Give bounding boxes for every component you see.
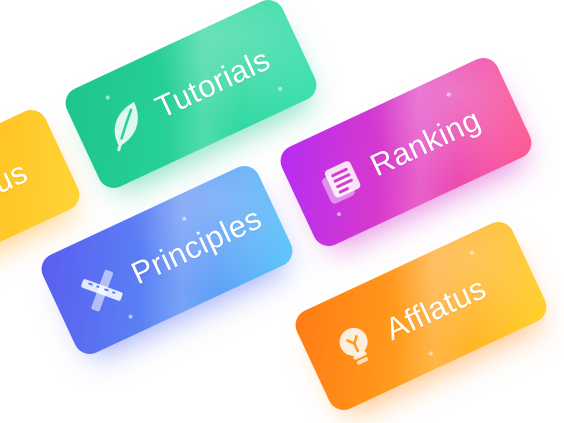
lightbulb-icon bbox=[325, 316, 386, 377]
sparkle-dot bbox=[181, 216, 187, 222]
sparkle-dot bbox=[277, 86, 283, 92]
card-partial-label: us bbox=[0, 154, 33, 201]
leaf-icon bbox=[95, 94, 156, 155]
card-afflatus-label: Afflatus bbox=[379, 270, 492, 348]
sparkle-dot bbox=[446, 91, 452, 98]
sparkle-dot bbox=[105, 94, 111, 101]
ruler-pencil-icon bbox=[71, 260, 132, 321]
sparkle-dot bbox=[127, 314, 134, 320]
document-stack-icon bbox=[310, 152, 371, 213]
card-principles-label: Principles bbox=[125, 200, 267, 292]
sparkle-dot bbox=[469, 249, 475, 256]
sparkle-dot bbox=[336, 211, 342, 217]
sparkle-dot bbox=[428, 350, 434, 357]
card-showcase: us Tutorials Ranking Principles Afflatus bbox=[0, 0, 564, 423]
card-ranking-label: Ranking bbox=[364, 101, 486, 184]
card-afflatus[interactable]: Afflatus bbox=[290, 216, 552, 416]
card-tutorials-label: Tutorials bbox=[149, 41, 276, 126]
